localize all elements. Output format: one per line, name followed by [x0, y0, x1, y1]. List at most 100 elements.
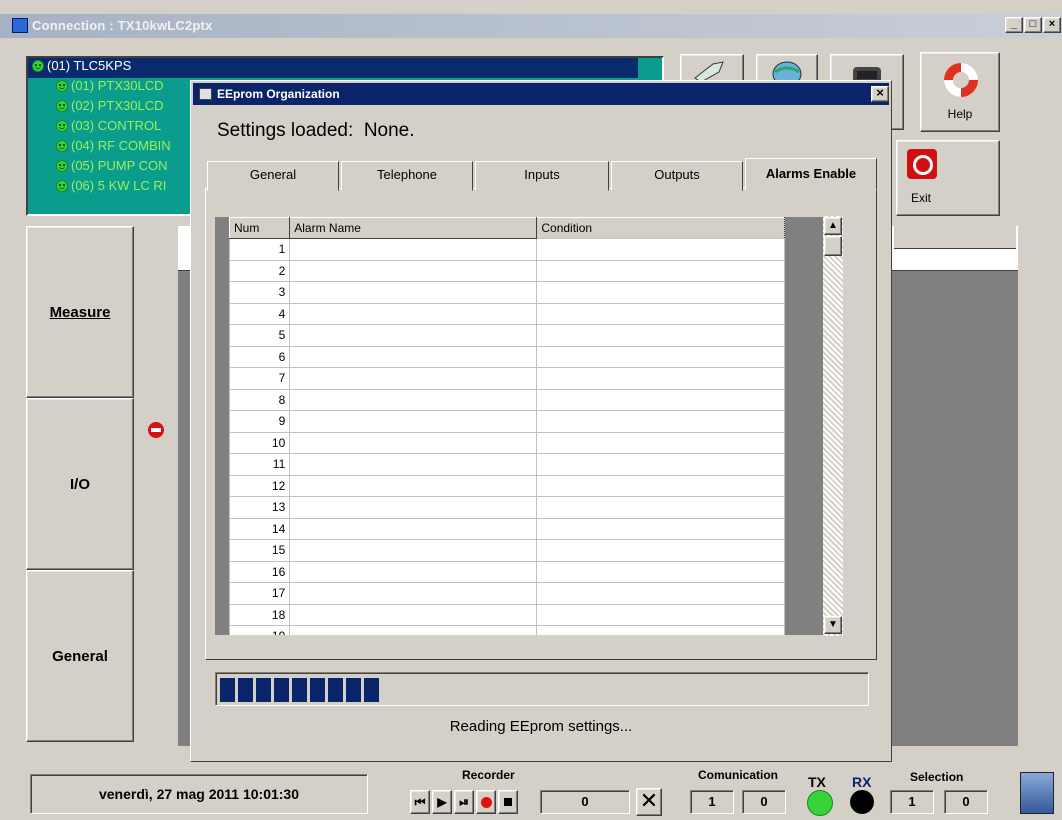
- cell-num[interactable]: 6: [228, 345, 291, 368]
- table-row[interactable]: 10: [228, 431, 785, 454]
- cell-condition[interactable]: [536, 603, 785, 626]
- tree-item[interactable]: (06) 5 KW LC RI: [56, 178, 166, 198]
- cell-alarm-name[interactable]: [289, 453, 538, 476]
- cell-condition[interactable]: [536, 474, 785, 497]
- tree-item[interactable]: (05) PUMP CON: [56, 158, 168, 178]
- cell-alarm-name[interactable]: [289, 281, 538, 304]
- table-row[interactable]: 16: [228, 560, 785, 583]
- cell-num[interactable]: 15: [228, 539, 291, 562]
- col-condition[interactable]: Condition: [536, 217, 785, 239]
- scroll-thumb[interactable]: [824, 236, 842, 256]
- cell-condition[interactable]: [536, 281, 785, 304]
- cell-condition[interactable]: [536, 367, 785, 390]
- cell-condition[interactable]: [536, 539, 785, 562]
- tree-item[interactable]: (04) RF COMBIN: [56, 138, 171, 158]
- help-button[interactable]: Help: [920, 52, 1000, 132]
- table-row[interactable]: 17: [228, 582, 785, 605]
- cell-alarm-name[interactable]: [289, 560, 538, 583]
- cell-alarm-name[interactable]: [289, 410, 538, 433]
- tree-item[interactable]: (02) PTX30LCD: [56, 98, 163, 118]
- cell-num[interactable]: 16: [228, 560, 291, 583]
- cell-condition[interactable]: [536, 388, 785, 411]
- tab-inputs[interactable]: Inputs: [475, 161, 609, 191]
- cell-num[interactable]: 2: [228, 259, 291, 282]
- clear-button[interactable]: ✕: [636, 788, 662, 816]
- server-icon[interactable]: [1020, 772, 1054, 814]
- cell-condition[interactable]: [536, 496, 785, 519]
- close-window-button[interactable]: ×: [1043, 17, 1061, 33]
- table-row[interactable]: 14: [228, 517, 785, 540]
- cell-condition[interactable]: [536, 431, 785, 454]
- table-row[interactable]: 19: [228, 625, 785, 635]
- cell-num[interactable]: 14: [228, 517, 291, 540]
- maximize-button[interactable]: □: [1024, 17, 1042, 33]
- cell-condition[interactable]: [536, 302, 785, 325]
- tab-general[interactable]: General: [207, 161, 339, 191]
- cell-condition[interactable]: [536, 625, 785, 635]
- table-row[interactable]: 13: [228, 496, 785, 519]
- cell-num[interactable]: 19: [228, 625, 291, 635]
- record-button[interactable]: [476, 790, 496, 814]
- cell-alarm-name[interactable]: [289, 259, 538, 282]
- cell-num[interactable]: 9: [228, 410, 291, 433]
- cell-num[interactable]: 7: [228, 367, 291, 390]
- cell-alarm-name[interactable]: [289, 474, 538, 497]
- tab-telephone[interactable]: Telephone: [341, 161, 473, 191]
- table-row[interactable]: 7: [228, 367, 785, 390]
- cell-condition[interactable]: [536, 582, 785, 605]
- col-num[interactable]: Num: [228, 217, 291, 239]
- cell-condition[interactable]: [536, 410, 785, 433]
- cell-num[interactable]: 10: [228, 431, 291, 454]
- cell-num[interactable]: 1: [228, 238, 291, 261]
- cell-alarm-name[interactable]: [289, 345, 538, 368]
- table-row[interactable]: 11: [228, 453, 785, 476]
- cell-num[interactable]: 17: [228, 582, 291, 605]
- cell-alarm-name[interactable]: [289, 517, 538, 540]
- cell-condition[interactable]: [536, 238, 785, 261]
- cell-condition[interactable]: [536, 345, 785, 368]
- stop-button[interactable]: [498, 790, 518, 814]
- table-row[interactable]: 3: [228, 281, 785, 304]
- alarms-table[interactable]: Num Alarm Name Condition 1 2 3 4 5 6 7 8 9 10 11 12…: [228, 217, 785, 635]
- general-nav-button[interactable]: General: [26, 570, 134, 742]
- cell-alarm-name[interactable]: [289, 302, 538, 325]
- table-row[interactable]: 5: [228, 324, 785, 347]
- tree-item[interactable]: (03) CONTROL: [56, 118, 161, 138]
- table-row[interactable]: 2: [228, 259, 785, 282]
- cell-alarm-name[interactable]: [289, 539, 538, 562]
- cell-num[interactable]: 12: [228, 474, 291, 497]
- cell-alarm-name[interactable]: [289, 603, 538, 626]
- table-row[interactable]: 6: [228, 345, 785, 368]
- table-vertical-scrollbar[interactable]: ▲ ▼: [823, 216, 843, 636]
- rewind-button[interactable]: ⏮: [410, 790, 430, 814]
- exit-button[interactable]: Exit: [896, 140, 1000, 216]
- cell-alarm-name[interactable]: [289, 625, 538, 635]
- table-row[interactable]: 15: [228, 539, 785, 562]
- cell-alarm-name[interactable]: [289, 431, 538, 454]
- cell-num[interactable]: 18: [228, 603, 291, 626]
- cell-condition[interactable]: [536, 324, 785, 347]
- cell-alarm-name[interactable]: [289, 324, 538, 347]
- cell-num[interactable]: 11: [228, 453, 291, 476]
- table-row[interactable]: 8: [228, 388, 785, 411]
- cell-alarm-name[interactable]: [289, 238, 538, 261]
- cell-num[interactable]: 4: [228, 302, 291, 325]
- tree-root-item[interactable]: (01) TLC5KPS: [28, 58, 638, 78]
- step-button[interactable]: ⏯: [454, 790, 474, 814]
- dialog-titlebar[interactable]: EEprom Organization: [193, 83, 889, 105]
- cell-num[interactable]: 13: [228, 496, 291, 519]
- cell-alarm-name[interactable]: [289, 388, 538, 411]
- tree-item[interactable]: (01) PTX30LCD: [56, 78, 163, 98]
- cell-num[interactable]: 5: [228, 324, 291, 347]
- scroll-up-button[interactable]: ▲: [824, 217, 842, 235]
- table-row[interactable]: 12: [228, 474, 785, 497]
- table-row[interactable]: 9: [228, 410, 785, 433]
- play-button[interactable]: ▶: [432, 790, 452, 814]
- cell-alarm-name[interactable]: [289, 582, 538, 605]
- cell-condition[interactable]: [536, 560, 785, 583]
- measure-button[interactable]: Measure: [26, 226, 134, 398]
- cell-condition[interactable]: [536, 517, 785, 540]
- tab-outputs[interactable]: Outputs: [611, 161, 743, 191]
- minimize-button[interactable]: _: [1005, 17, 1023, 33]
- cell-condition[interactable]: [536, 453, 785, 476]
